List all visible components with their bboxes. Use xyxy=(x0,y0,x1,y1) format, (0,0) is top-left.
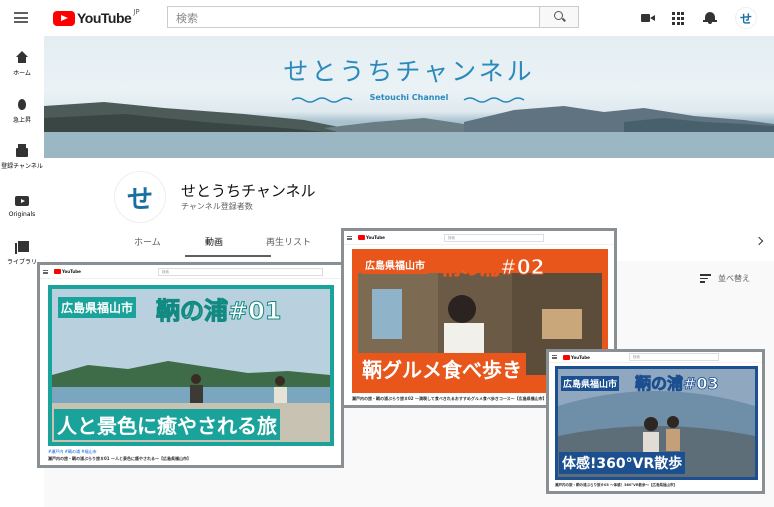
tab-playlists[interactable]: 再生リスト xyxy=(266,235,311,248)
sort-button[interactable]: 並べ替え xyxy=(700,273,750,284)
video-title[interactable]: 瀬戸内の旅・鞆の浦ぶらり旅＃01 〜人と景色に癒やされる〜【広島県福山市】 xyxy=(48,456,191,462)
menu-icon xyxy=(43,270,48,274)
youtube-logo[interactable]: YouTube JP xyxy=(53,8,140,27)
logo-text: YouTube xyxy=(62,269,81,274)
logo-text: YouTube xyxy=(571,355,590,360)
apps-icon[interactable] xyxy=(672,12,686,26)
search-input: 検索 xyxy=(629,353,719,361)
home-icon xyxy=(15,51,29,65)
sidebar-item-label: 急上昇 xyxy=(12,117,31,124)
sort-icon xyxy=(700,274,711,283)
chevron-right-icon[interactable] xyxy=(754,236,764,246)
sidebar-item-label: Originals xyxy=(8,211,36,218)
thumbnail-subtitle: 体感!360°VR散歩 xyxy=(559,452,686,474)
video-card-01[interactable]: YouTube 検索 広島県福山市 鞆の浦#01 人と景色に癒やされる旅 #瀬戸… xyxy=(37,262,344,468)
sidebar-item-originals[interactable]: Originals xyxy=(0,194,44,218)
search-input: 検索 xyxy=(444,234,544,242)
banner-subtitle: Setouchi Channel xyxy=(369,93,449,102)
tab-home[interactable]: ホーム xyxy=(134,235,161,248)
originals-icon xyxy=(15,194,29,208)
youtube-logo: YouTube xyxy=(358,235,385,240)
video-thumbnail[interactable]: 広島県福山市 鞆の浦#03 体感!360°VR散歩 xyxy=(555,366,758,480)
search-input[interactable]: 検索 xyxy=(167,6,539,28)
thumbnail-subtitle: 人と景色に癒やされる旅 xyxy=(54,409,280,440)
create-video-icon[interactable] xyxy=(641,11,655,25)
sort-label: 並べ替え xyxy=(718,274,750,283)
menu-icon xyxy=(347,236,352,240)
youtube-play-icon xyxy=(53,10,75,26)
sidebar-item-home[interactable]: ホーム xyxy=(0,51,44,77)
sidebar-item-trending[interactable]: 急上昇 xyxy=(0,98,44,124)
library-icon xyxy=(15,240,29,254)
search-button[interactable] xyxy=(539,6,579,28)
channel-avatar[interactable]: せ xyxy=(114,171,166,223)
thumbnail-subtitle: 鞆グルメ食べ歩き xyxy=(358,353,526,384)
thumbnail-prefecture: 広島県福山市 xyxy=(362,255,428,274)
thumbnail-title: 鞆の浦#03 xyxy=(635,374,719,394)
mini-masthead: YouTube 検索 xyxy=(344,231,614,245)
trending-icon xyxy=(15,98,29,112)
search-input: 検索 xyxy=(158,268,323,276)
tab-videos[interactable]: 動画 xyxy=(205,235,223,248)
video-title[interactable]: 瀬戸内の旅・鞆の浦ぶらり旅＃03 〜体感！360°VR散歩〜【広島県福山市】 xyxy=(555,483,677,488)
menu-icon xyxy=(552,355,557,359)
sidebar-item-subscriptions[interactable]: 登録チャンネル xyxy=(0,144,44,170)
logo-text: YouTube xyxy=(366,235,385,240)
logo-text: YouTube xyxy=(77,10,132,26)
channel-name: せとうちチャンネル xyxy=(181,182,316,200)
thumbnail-prefecture: 広島県福山市 xyxy=(561,376,620,391)
video-card-03[interactable]: YouTube 検索 広島県福山市 鞆の浦#03 体感!360°VR散歩 瀬戸内… xyxy=(546,349,765,494)
thumbnail-title: 鞆の浦#01 xyxy=(156,297,283,326)
subscriber-count: チャンネル登録者数 xyxy=(181,202,253,211)
search-icon xyxy=(554,11,563,20)
youtube-logo: YouTube xyxy=(563,355,590,360)
video-thumbnail[interactable]: 広島県福山市 鞆の浦#01 人と景色に癒やされる旅 xyxy=(48,285,334,446)
video-title[interactable]: 瀬戸内の旅・鞆の浦ぶらり旅＃02 〜満喫して食べきれるおすすめグルメ食べ歩きコー… xyxy=(352,396,547,402)
active-tab-indicator xyxy=(185,255,271,257)
thumbnail-prefecture: 広島県福山市 xyxy=(58,297,137,318)
masthead: YouTube JP 検索 せ xyxy=(0,0,774,36)
sidebar-item-label: ホーム xyxy=(13,70,31,77)
sidebar-item-label: 登録チャンネル xyxy=(1,163,43,170)
notifications-icon[interactable] xyxy=(703,11,717,25)
channel-banner: せとうちチャンネル Setouchi Channel xyxy=(44,36,774,158)
mini-masthead: YouTube 検索 xyxy=(549,352,762,363)
subscriptions-icon xyxy=(15,144,29,158)
thumbnail-title: 鞆の浦#02 xyxy=(440,255,546,280)
video-hashtags[interactable]: #瀬戸内 #鞆の浦 #福山市 xyxy=(48,449,97,455)
region-code: JP xyxy=(133,8,140,16)
account-avatar[interactable]: せ xyxy=(735,7,757,29)
youtube-logo: YouTube xyxy=(54,269,81,274)
menu-icon[interactable] xyxy=(14,12,28,23)
banner-title: せとうちチャンネル xyxy=(283,57,535,86)
mini-masthead: YouTube 検索 xyxy=(40,265,341,279)
